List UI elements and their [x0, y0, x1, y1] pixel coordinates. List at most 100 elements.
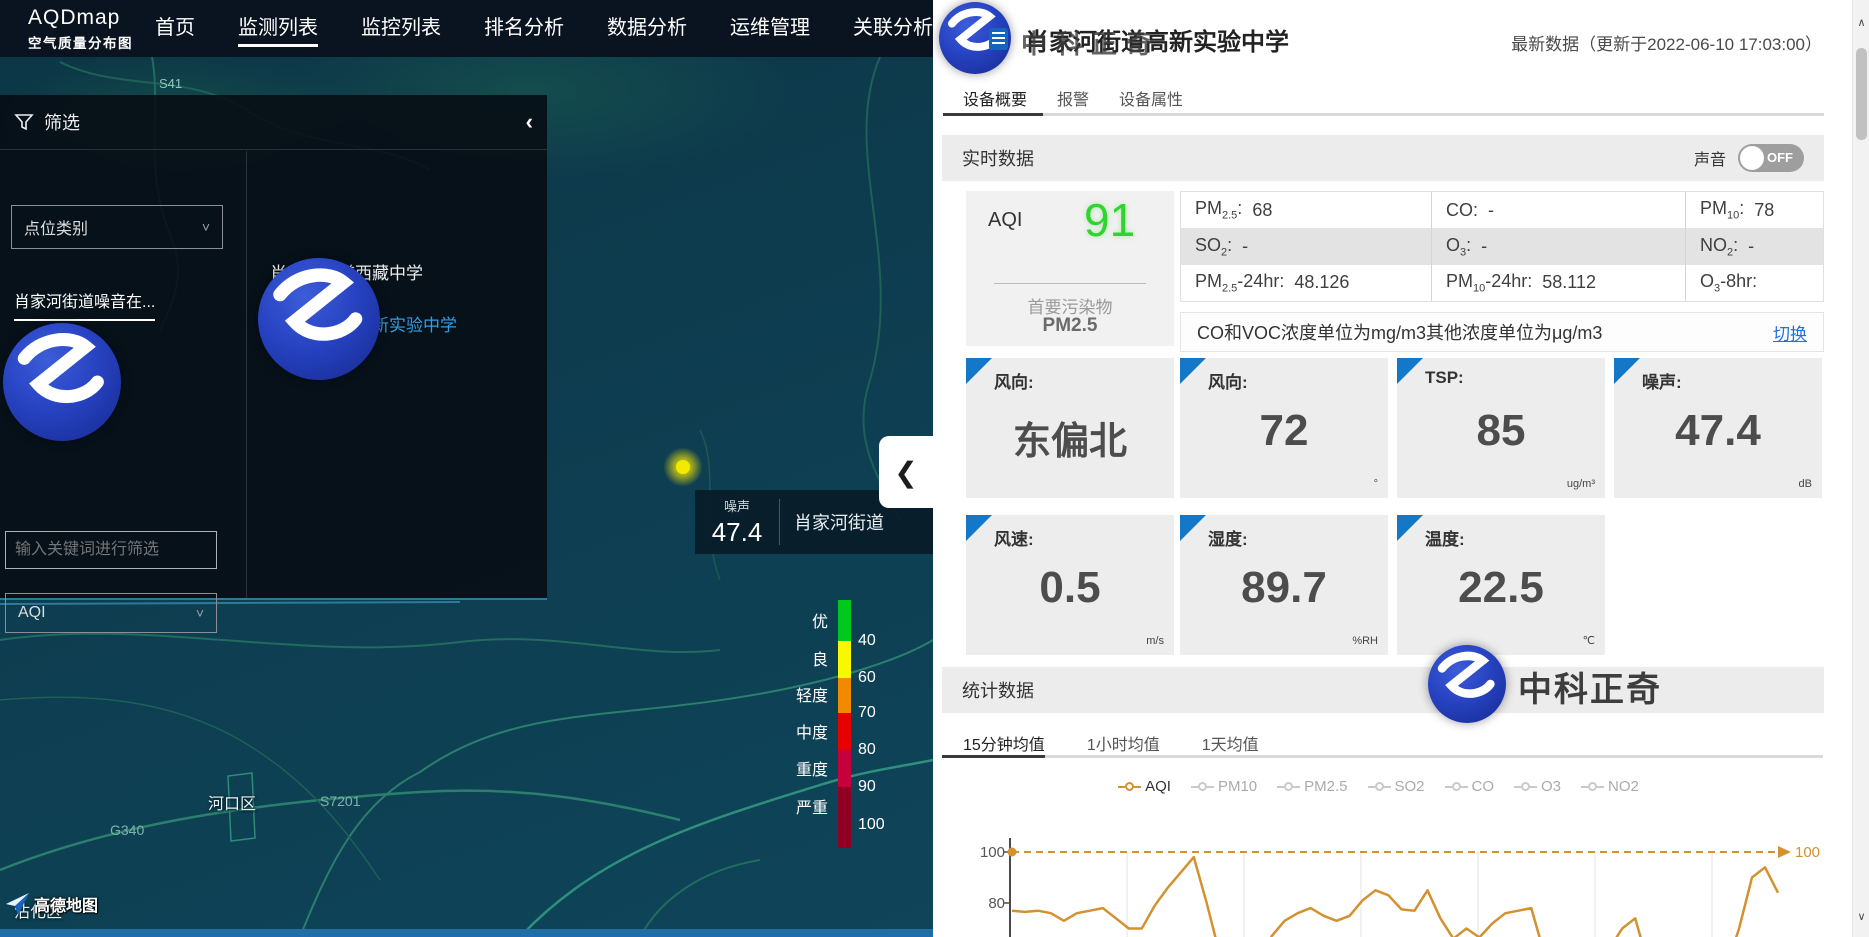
legend-level-value: 40 — [858, 632, 876, 650]
active-tab-underline — [943, 113, 1043, 116]
chart-legend-PM2.5[interactable]: PM2.5 — [1277, 778, 1347, 795]
chart-legend-CO[interactable]: CO — [1445, 778, 1495, 795]
realtime-section-header: 实时数据 声音 OFF — [942, 135, 1824, 181]
active-stats-tab-underline — [942, 755, 1045, 758]
app-logo-title: AQDmap — [28, 6, 155, 30]
sound-label: 声音 — [1694, 146, 1726, 170]
legend-color-segment — [838, 600, 851, 641]
pollutant-value: - — [1481, 236, 1487, 257]
legend-level-label: 轻度 — [796, 682, 828, 706]
card-value: 东偏北 — [966, 410, 1174, 465]
pollutant-value: 78 — [1754, 200, 1774, 221]
card-value: 0.5 — [966, 563, 1174, 613]
nav-item-数据分析[interactable]: 数据分析 — [607, 11, 687, 47]
chart-legend-SO2[interactable]: SO2 — [1368, 778, 1425, 795]
tooltip-metric-block: 噪声 47.4 — [695, 496, 779, 548]
legend-marker-icon — [1514, 782, 1537, 791]
nav-item-关联分析[interactable]: 关联分析 — [853, 11, 933, 47]
card-unit: m/s — [1146, 635, 1164, 647]
filter-panel-body: 点位类别 ˅ 肖家河街道噪音在... AQI ˅ 肖家河街道西藏中学肖家河街道高… — [0, 151, 547, 598]
pollutant-cell: CO:- — [1431, 192, 1685, 228]
unit-note-bar: CO和VOC浓度单位为mg/m3其他浓度单位为μg/m3 切换 — [1180, 312, 1824, 352]
station-icon — [989, 28, 1008, 50]
stats-interval-tabs: 15分钟均值 1小时均值 1天均值 — [963, 731, 1259, 755]
card-value: 72 — [1180, 406, 1388, 456]
pollutant-value: - — [1242, 236, 1248, 257]
scroll-up-icon[interactable]: ∧ — [1853, 14, 1869, 32]
nav-item-首页[interactable]: 首页 — [155, 11, 195, 47]
card-corner-triangle — [1614, 358, 1640, 384]
pollutant-cell: SO2:- — [1181, 228, 1431, 264]
legend-level-label: 优 — [812, 608, 828, 632]
aqi-value: 91 — [1084, 193, 1135, 247]
map-marker[interactable] — [676, 460, 690, 474]
map-road-label-s41: S41 — [159, 76, 182, 91]
filter-collapse-icon[interactable]: ‹ — [526, 109, 533, 135]
stats-tab-1小时均值[interactable]: 1小时均值 — [1087, 731, 1160, 755]
map-road-label-s7201: S7201 — [320, 793, 360, 809]
svg-text:100: 100 — [1795, 844, 1820, 861]
pollutant-cell: PM10-24hr: 58.112 — [1431, 265, 1685, 301]
card-unit: ug/m³ — [1567, 478, 1595, 490]
card-label: TSP: — [1425, 368, 1464, 388]
chart-legend-label: O3 — [1541, 778, 1561, 795]
pollutant-row: SO2:-O3:-NO2:- — [1181, 228, 1823, 264]
stats-tab-1天均值[interactable]: 1天均值 — [1202, 731, 1259, 755]
stats-section-title: 统计数据 — [962, 677, 1034, 703]
card-label: 风速: — [994, 525, 1034, 550]
legend-level-label: 严重 — [796, 794, 828, 818]
card-corner-triangle — [1397, 515, 1423, 541]
pollutant-value: 58.112 — [1542, 272, 1596, 293]
sound-toggle[interactable]: OFF — [1738, 144, 1804, 172]
pollutant-name: O3-8hr: — [1700, 271, 1757, 295]
card-value: 85 — [1397, 406, 1605, 456]
legend-marker-icon — [1445, 782, 1468, 791]
pollutant-cell: PM10: 78 — [1685, 192, 1823, 228]
keyword-search-input[interactable] — [5, 531, 217, 569]
chart-legend-PM10[interactable]: PM10 — [1191, 778, 1257, 795]
nav-menu: 首页 监测列表 监控列表 排名分析 数据分析 运维管理 关联分析 — [155, 11, 933, 47]
category-selected-item[interactable]: 肖家河街道噪音在... — [14, 288, 155, 321]
metric-dropdown-value: AQI — [18, 604, 46, 622]
station-detail-panel: 肖家河街道高新实验中学 中科正奇 最新数据（更新于2022-06-10 17:0… — [933, 0, 1852, 937]
chart-legend-AQI[interactable]: AQI — [1118, 778, 1171, 795]
measure-card-温度: 温度:22.5℃ — [1397, 515, 1605, 655]
pollutant-name: PM10-24hr: — [1446, 271, 1532, 295]
legend-color-segment — [838, 678, 851, 713]
card-unit: ° — [1374, 478, 1378, 490]
sound-control: 声音 OFF — [1694, 144, 1804, 172]
amap-logo-icon — [4, 890, 31, 917]
chart-legend-label: SO2 — [1395, 778, 1425, 795]
nav-item-监测列表[interactable]: 监测列表 — [238, 11, 318, 47]
panel-collapse-handle[interactable]: ❮ — [879, 436, 933, 508]
pollutant-name: PM10: — [1700, 198, 1744, 222]
legend-level-value: 80 — [858, 741, 876, 759]
stats-tab-15分钟均值[interactable]: 15分钟均值 — [963, 731, 1045, 755]
category-dropdown[interactable]: 点位类别 ˅ — [11, 205, 223, 249]
metric-dropdown[interactable]: AQI ˅ — [5, 593, 217, 633]
svg-text:100: 100 — [980, 844, 1005, 861]
tooltip-site-name: 肖家河街道 — [794, 509, 884, 535]
scroll-down-icon[interactable]: ∨ — [1853, 908, 1869, 926]
chevron-down-icon: ˅ — [202, 219, 210, 235]
chart-legend-O3[interactable]: O3 — [1514, 778, 1561, 795]
legend-marker-icon — [1581, 782, 1604, 791]
nav-item-监控列表[interactable]: 监控列表 — [361, 11, 441, 47]
panel-scrollbar[interactable]: ∧ ∨ — [1852, 0, 1869, 937]
nav-item-运维管理[interactable]: 运维管理 — [730, 11, 810, 47]
legend-marker-icon — [1118, 782, 1141, 791]
pollutant-value: - — [1748, 236, 1754, 257]
unit-switch-link[interactable]: 切换 — [1773, 320, 1807, 345]
card-corner-triangle — [1180, 515, 1206, 541]
scrollbar-thumb[interactable] — [1856, 48, 1867, 140]
chart-legend-NO2[interactable]: NO2 — [1581, 778, 1639, 795]
legend-level-value: 90 — [858, 778, 876, 796]
aqi-divider — [994, 283, 1146, 284]
pollutant-name: SO2: — [1195, 235, 1232, 259]
latest-data-timestamp: 最新数据（更新于2022-06-10 17:03:00） — [1511, 30, 1822, 55]
aqi-legend-color-bar — [838, 600, 851, 848]
card-value: 22.5 — [1397, 563, 1605, 613]
unit-note-text: CO和VOC浓度单位为mg/m3其他浓度单位为μg/m3 — [1197, 319, 1602, 345]
nav-item-排名分析[interactable]: 排名分析 — [484, 11, 564, 47]
card-corner-triangle — [966, 358, 992, 384]
